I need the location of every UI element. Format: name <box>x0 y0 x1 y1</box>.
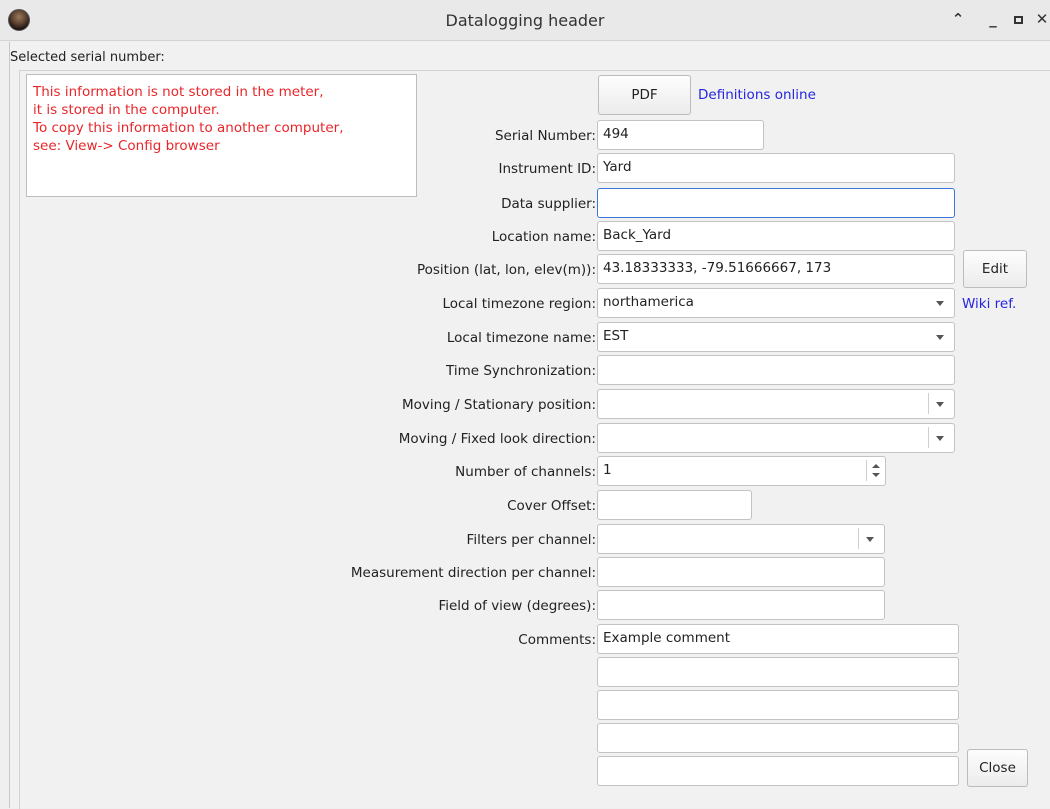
tz-region-select[interactable]: northamerica <box>597 288 955 318</box>
tz-region-value: northamerica <box>603 294 694 310</box>
minimize-icon[interactable]: _ <box>983 9 1003 29</box>
info-notice: This information is not stored in the me… <box>26 74 417 197</box>
position-label: Position (lat, lon, elev(m)): <box>416 262 596 278</box>
restore-icon[interactable] <box>1008 9 1028 29</box>
tz-name-select[interactable]: EST <box>597 322 955 352</box>
look-direction-label: Moving / Fixed look direction: <box>398 431 596 447</box>
cover-offset-field[interactable] <box>597 490 752 520</box>
data-supplier-label: Data supplier: <box>501 196 596 212</box>
instrument-id-label: Instrument ID: <box>498 161 597 177</box>
channels-label: Number of channels: <box>455 464 596 480</box>
location-name-label: Location name: <box>491 229 596 245</box>
field-of-view-field[interactable] <box>597 590 885 620</box>
pdf-button[interactable]: PDF <box>598 75 691 115</box>
serial-number-label: Serial Number: <box>494 128 596 144</box>
dialog-client: Selected serial number: This information… <box>9 42 1050 809</box>
instrument-id-field[interactable]: Yard <box>597 153 955 183</box>
tz-name-label: Local timezone name: <box>446 330 596 346</box>
info-line: it is stored in the computer. <box>33 102 220 118</box>
info-line: see: View-> Config browser <box>33 138 220 154</box>
comments-label: Comments: <box>518 632 596 648</box>
serial-number-field[interactable]: 494 <box>597 120 764 150</box>
channels-spinbox[interactable]: 1 <box>597 456 886 486</box>
moving-position-select[interactable] <box>597 389 955 419</box>
comment-line-field[interactable] <box>597 657 959 687</box>
tz-region-label: Local timezone region: <box>442 296 596 312</box>
position-field[interactable]: 43.18333333, -79.51666667, 173 <box>597 254 955 284</box>
spin-up-icon[interactable] <box>872 464 880 468</box>
comment-line-field[interactable] <box>597 756 959 786</box>
info-line: To copy this information to another comp… <box>33 120 344 136</box>
close-icon[interactable]: ✕ <box>1032 9 1050 29</box>
moving-position-label: Moving / Stationary position: <box>401 397 596 413</box>
selected-serial-label: Selected serial number: <box>10 50 165 65</box>
time-sync-field[interactable] <box>597 355 955 385</box>
filters-label: Filters per channel: <box>466 532 596 548</box>
info-line: This information is not stored in the me… <box>33 84 324 100</box>
filters-select[interactable] <box>597 524 885 554</box>
channels-value: 1 <box>603 462 612 478</box>
comment-line-field[interactable] <box>597 690 959 720</box>
comment-line-field[interactable] <box>597 723 959 753</box>
measurement-direction-label: Measurement direction per channel: <box>350 565 596 581</box>
window-title: Datalogging header <box>445 11 605 30</box>
field-of-view-label: Field of view (degrees): <box>438 598 596 614</box>
maximize-chevron-icon[interactable]: ⌃ <box>948 9 968 29</box>
cover-offset-label: Cover Offset: <box>507 498 596 514</box>
data-supplier-field[interactable] <box>597 188 955 218</box>
definitions-online-link[interactable]: Definitions online <box>698 87 816 103</box>
look-direction-select[interactable] <box>597 423 955 453</box>
tz-name-value: EST <box>603 328 629 344</box>
wiki-ref-link[interactable]: Wiki ref. <box>962 296 1016 312</box>
measurement-direction-field[interactable] <box>597 557 885 587</box>
time-sync-label: Time Synchronization: <box>445 363 596 379</box>
spin-down-icon[interactable] <box>872 473 880 477</box>
close-button[interactable]: Close <box>967 749 1028 787</box>
location-name-field[interactable]: Back_Yard <box>597 221 955 251</box>
edit-position-button[interactable]: Edit <box>963 250 1027 288</box>
title-bar: Datalogging header ⌃ _ ✕ <box>0 0 1050 41</box>
comment-line-field[interactable]: Example comment <box>597 624 959 654</box>
